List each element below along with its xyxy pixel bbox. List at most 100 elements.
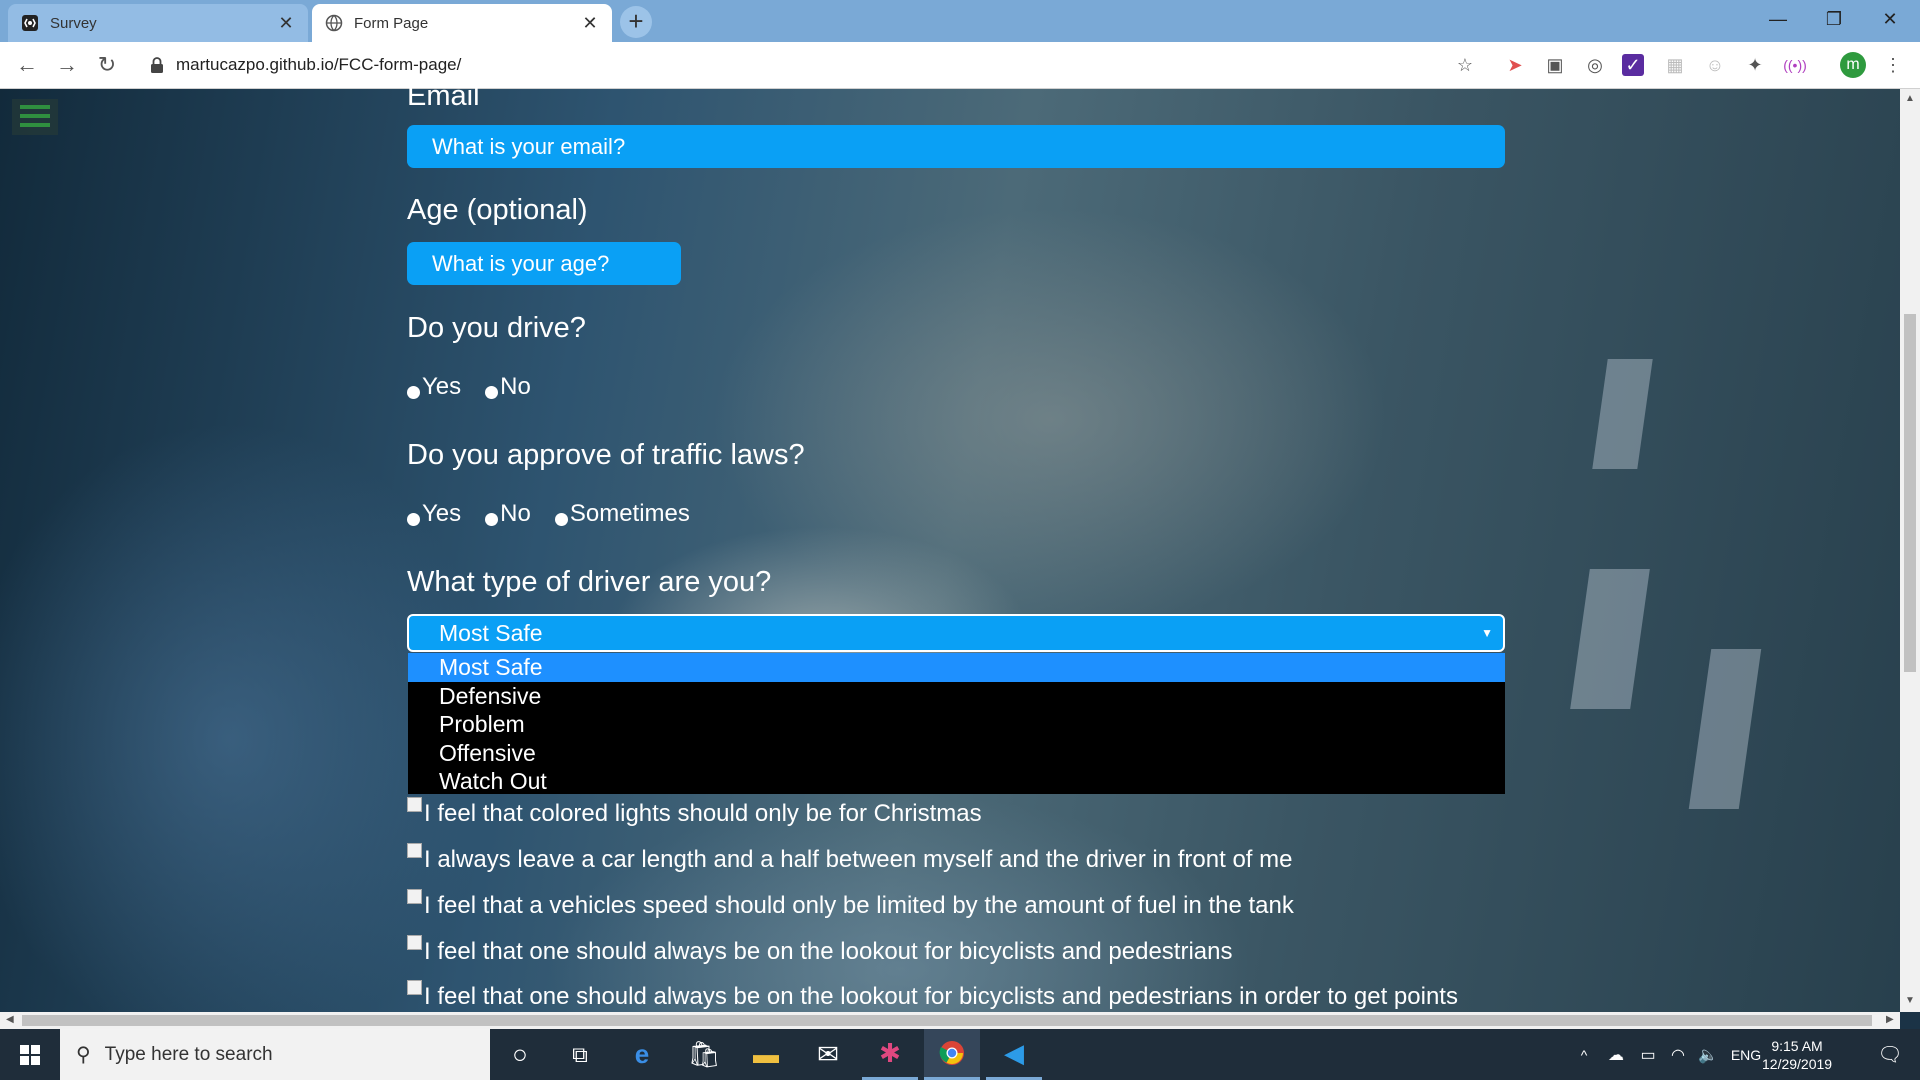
- cortana-icon[interactable]: ○: [492, 1029, 548, 1080]
- checkbox-extension-icon[interactable]: ✓: [1622, 54, 1644, 76]
- extension-circle-icon[interactable]: ◎: [1582, 52, 1608, 78]
- checkbox[interactable]: [407, 980, 422, 995]
- vscode-icon[interactable]: ◀: [986, 1029, 1042, 1080]
- extension-red-icon[interactable]: ➤: [1502, 52, 1528, 78]
- show-hidden-icons-icon[interactable]: ^: [1572, 1029, 1596, 1080]
- close-window-icon[interactable]: ✕: [1862, 4, 1918, 34]
- radio-button[interactable]: [407, 386, 420, 399]
- edge-browser-icon[interactable]: e: [614, 1029, 670, 1080]
- background-decoration: [1592, 359, 1653, 469]
- scroll-down-icon[interactable]: ▼: [1905, 995, 1915, 1006]
- clock-date: 12/29/2019: [1762, 1056, 1833, 1072]
- hamburger-menu-icon[interactable]: [12, 99, 58, 135]
- select-value: Most Safe: [439, 620, 543, 646]
- checkbox[interactable]: [407, 935, 422, 950]
- slack-icon[interactable]: ✱: [862, 1029, 918, 1080]
- background-decoration: [1570, 569, 1650, 709]
- background-decoration: [1688, 649, 1762, 809]
- driver-type-label: What type of driver are you?: [407, 566, 772, 598]
- traffic-laws-yes-radio[interactable]: Yes: [407, 500, 461, 528]
- minimize-icon[interactable]: —: [1750, 4, 1806, 34]
- windows-start-icon[interactable]: [2, 1029, 58, 1080]
- reload-icon[interactable]: ↻: [92, 50, 122, 80]
- traffic-laws-radio-group: Yes No Sometimes: [407, 500, 714, 528]
- drive-radio-group: Yes No: [407, 373, 555, 401]
- store-icon[interactable]: 🛍: [676, 1029, 732, 1080]
- tab-title: Form Page: [354, 14, 429, 32]
- radio-button[interactable]: [485, 386, 499, 399]
- statement-checkbox-row[interactable]: I feel that one should always be on the …: [407, 935, 1233, 966]
- forward-icon[interactable]: →: [52, 50, 82, 80]
- extension-face-icon[interactable]: ☺: [1702, 52, 1728, 78]
- screenshot-extension-icon[interactable]: ▣: [1542, 52, 1568, 78]
- drive-no-radio[interactable]: No: [485, 373, 531, 401]
- address-bar[interactable]: martucazpo.github.io/FCC-form-page/: [140, 48, 1480, 82]
- volume-icon[interactable]: 🔈: [1696, 1029, 1720, 1080]
- traffic-laws-sometimes-radio[interactable]: Sometimes: [554, 500, 690, 528]
- tab-close-icon[interactable]: ✕: [276, 13, 296, 34]
- task-view-icon[interactable]: ⧉: [552, 1029, 608, 1080]
- radio-button[interactable]: [485, 513, 499, 526]
- globe-icon: [324, 13, 344, 33]
- onedrive-icon[interactable]: ☁: [1604, 1029, 1628, 1080]
- dropdown-option[interactable]: Most Safe: [408, 653, 1505, 682]
- tab-survey[interactable]: Survey ✕: [8, 4, 308, 42]
- battery-icon[interactable]: ▭: [1636, 1029, 1660, 1080]
- taskbar-clock[interactable]: 9:15 AM 12/29/2019: [1762, 1037, 1832, 1073]
- menu-kebab-icon[interactable]: ⋮: [1880, 52, 1906, 78]
- driver-type-dropdown-list: Most Safe Defensive Problem Offensive Wa…: [408, 653, 1505, 794]
- search-icon: ⚲: [76, 1044, 91, 1066]
- statement-checkbox-row[interactable]: I feel that colored lights should only b…: [407, 797, 982, 828]
- traffic-laws-no-radio[interactable]: No: [485, 500, 531, 528]
- dropdown-option[interactable]: Defensive: [408, 682, 1505, 711]
- radio-button[interactable]: [554, 513, 568, 526]
- tab-close-icon[interactable]: ✕: [580, 13, 600, 34]
- checkbox[interactable]: [407, 889, 422, 904]
- file-explorer-icon[interactable]: ▬: [738, 1029, 794, 1080]
- back-icon[interactable]: ←: [12, 50, 42, 80]
- language-indicator[interactable]: ENG: [1728, 1029, 1764, 1080]
- drive-yes-radio[interactable]: Yes: [407, 373, 461, 401]
- bookmark-star-icon[interactable]: ☆: [1452, 52, 1478, 78]
- statement-checkbox-row[interactable]: I always leave a car length and a half b…: [407, 843, 1292, 874]
- new-tab-button[interactable]: +: [620, 6, 652, 38]
- email-label: Email: [407, 80, 480, 112]
- vertical-scrollbar[interactable]: ▲ ▼: [1900, 89, 1920, 1012]
- mail-icon[interactable]: ✉: [800, 1029, 856, 1080]
- profile-avatar[interactable]: m: [1840, 52, 1866, 78]
- scroll-right-icon[interactable]: ▶: [1886, 1014, 1894, 1025]
- age-label: Age (optional): [407, 194, 588, 226]
- statement-checkbox-row[interactable]: I feel that one should always be on the …: [407, 980, 1458, 1011]
- fcc-favicon-icon: [20, 13, 40, 33]
- statement-checkbox-row[interactable]: I feel that a vehicles speed should only…: [407, 889, 1294, 920]
- scrollbar-thumb[interactable]: [1904, 314, 1916, 672]
- browser-toolbar: ← → ↻ martucazpo.github.io/FCC-form-page…: [0, 42, 1920, 89]
- cast-extension-icon[interactable]: ((•)): [1782, 52, 1808, 78]
- dropdown-option[interactable]: Watch Out: [408, 767, 1505, 796]
- checkbox[interactable]: [407, 797, 422, 812]
- drive-question-label: Do you drive?: [407, 312, 586, 344]
- extensions-puzzle-icon[interactable]: ✦: [1742, 52, 1768, 78]
- radio-button[interactable]: [407, 513, 420, 526]
- chrome-icon[interactable]: [924, 1029, 980, 1080]
- traffic-laws-question-label: Do you approve of traffic laws?: [407, 439, 805, 471]
- dropdown-option[interactable]: Problem: [408, 710, 1505, 739]
- age-input[interactable]: [407, 242, 681, 285]
- windows-taskbar: ⚲ Type here to search ○ ⧉ e 🛍 ▬ ✉ ✱ ◀ ^ …: [0, 1029, 1920, 1080]
- restore-icon[interactable]: ❐: [1806, 4, 1862, 34]
- taskbar-search-box[interactable]: ⚲ Type here to search: [60, 1029, 490, 1080]
- wifi-icon[interactable]: ◠: [1666, 1029, 1690, 1080]
- horizontal-scrollbar[interactable]: ◀ ▶: [0, 1012, 1900, 1029]
- tab-title: Survey: [50, 14, 97, 32]
- scroll-left-icon[interactable]: ◀: [6, 1014, 14, 1025]
- driver-type-select[interactable]: Most Safe ▼: [407, 614, 1505, 652]
- email-input[interactable]: [407, 125, 1505, 168]
- notifications-icon[interactable]: 🗨: [1862, 1029, 1918, 1080]
- tab-form-page[interactable]: Form Page ✕: [312, 4, 612, 42]
- scrollbar-thumb[interactable]: [22, 1015, 1872, 1026]
- tab-strip: Survey ✕ Form Page ✕ + — ❐ ✕: [0, 0, 1920, 42]
- extension-grid-icon[interactable]: ▦: [1662, 52, 1688, 78]
- checkbox[interactable]: [407, 843, 422, 858]
- dropdown-option[interactable]: Offensive: [408, 739, 1505, 768]
- scroll-up-icon[interactable]: ▲: [1905, 93, 1915, 104]
